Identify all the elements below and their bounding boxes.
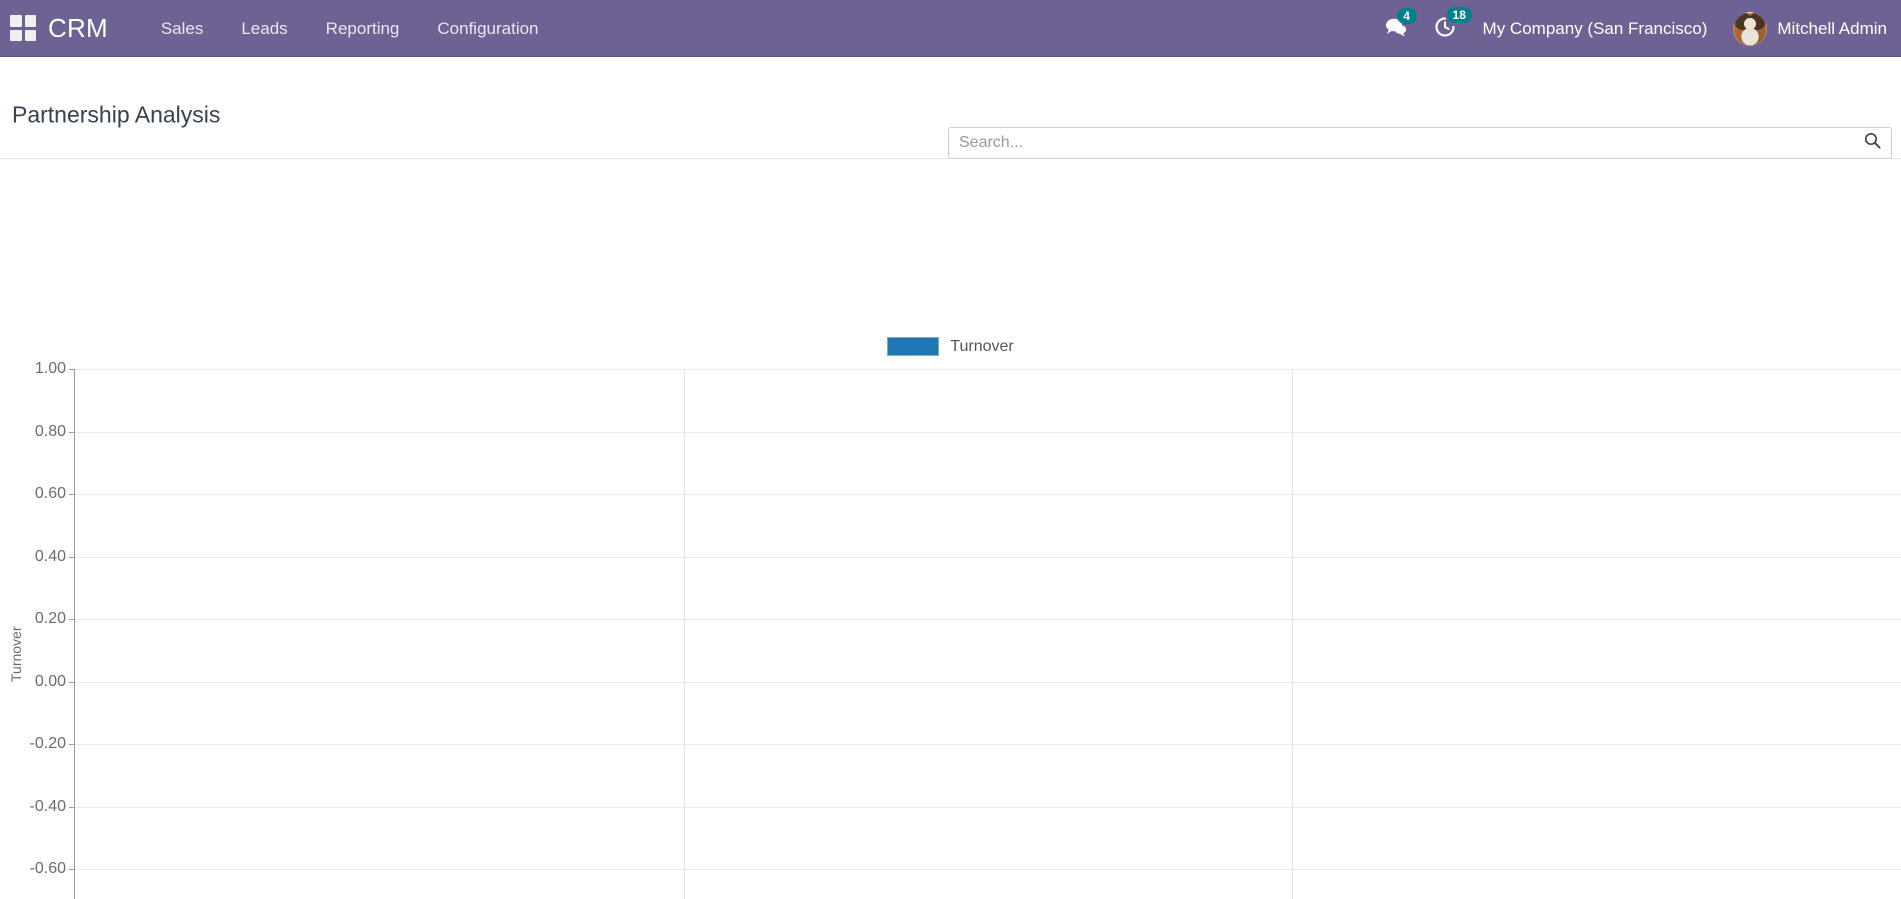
search-icon[interactable] bbox=[1864, 132, 1881, 154]
y-axis-tick-label: -0.60 bbox=[30, 860, 76, 878]
y-gridline bbox=[75, 494, 1901, 495]
legend-swatch-turnover bbox=[887, 337, 940, 356]
apps-grid-cell bbox=[10, 15, 22, 27]
nav-item-leads[interactable]: Leads bbox=[222, 0, 306, 57]
page-title: Partnership Analysis bbox=[12, 101, 221, 128]
avatar bbox=[1733, 11, 1768, 46]
y-axis-tick-label: -0.20 bbox=[30, 735, 76, 753]
chart-plot-area[interactable]: 1.000.800.600.400.200.00-0.20-0.40-0.60-… bbox=[30, 360, 1901, 899]
activities-button[interactable]: 18 bbox=[1434, 6, 1472, 42]
top-navbar: CRM Sales Leads Reporting Configuration … bbox=[0, 0, 1901, 57]
y-axis-tick-label: 0.80 bbox=[35, 423, 76, 441]
y-gridline bbox=[75, 869, 1901, 870]
company-switcher[interactable]: My Company (San Francisco) bbox=[1483, 19, 1708, 39]
apps-grid-icon[interactable] bbox=[10, 15, 36, 41]
apps-grid-cell bbox=[24, 15, 36, 27]
y-gridline bbox=[75, 431, 1901, 433]
x-gridline bbox=[1292, 369, 1294, 899]
graph-view: Turnover Turnover 1.00 0.80 0.60 0.40 0.20 0.… bbox=[0, 159, 1901, 899]
nav-item-configuration[interactable]: Configuration bbox=[418, 0, 557, 57]
chart-legend: Turnover bbox=[0, 337, 1901, 356]
y-gridline bbox=[75, 744, 1901, 745]
messages-button[interactable]: 4 bbox=[1384, 7, 1417, 41]
y-axis-title: Turnover bbox=[8, 626, 24, 682]
control-panel: Partnership Analysis ▼ Filters ≡ Group B… bbox=[0, 57, 1901, 213]
y-gridline bbox=[75, 806, 1901, 808]
y-gridline bbox=[75, 369, 1901, 370]
y-axis-tick-label: -0.40 bbox=[30, 798, 76, 816]
activities-count-badge: 18 bbox=[1446, 6, 1472, 23]
y-gridline bbox=[75, 619, 1901, 620]
navbar-right-section: 4 18 My Company (San Francisco) Mitchell… bbox=[1384, 0, 1901, 57]
search-box[interactable] bbox=[948, 127, 1892, 159]
x-gridline bbox=[683, 369, 685, 899]
search-input[interactable] bbox=[959, 134, 1864, 152]
legend-label-turnover: Turnover bbox=[950, 337, 1014, 355]
user-menu[interactable]: Mitchell Admin bbox=[1733, 11, 1887, 46]
search-area bbox=[948, 127, 1892, 159]
nav-item-sales[interactable]: Sales bbox=[142, 0, 223, 57]
y-axis-tick-label: 0.40 bbox=[35, 548, 76, 566]
y-axis-tick-label: 0.00 bbox=[35, 673, 76, 691]
messages-count-badge: 4 bbox=[1396, 7, 1417, 24]
user-name-label: Mitchell Admin bbox=[1777, 18, 1887, 38]
y-gridline bbox=[75, 556, 1901, 558]
nav-item-reporting[interactable]: Reporting bbox=[307, 0, 419, 57]
apps-grid-cell bbox=[10, 29, 22, 41]
y-axis-tick-label: 0.60 bbox=[35, 485, 76, 503]
y-gridline bbox=[75, 681, 1901, 683]
app-brand-crm[interactable]: CRM bbox=[48, 13, 108, 44]
y-axis-tick-label: 0.20 bbox=[35, 610, 76, 628]
y-axis-tick-label: 1.00 bbox=[35, 360, 76, 378]
apps-grid-cell bbox=[24, 29, 36, 41]
